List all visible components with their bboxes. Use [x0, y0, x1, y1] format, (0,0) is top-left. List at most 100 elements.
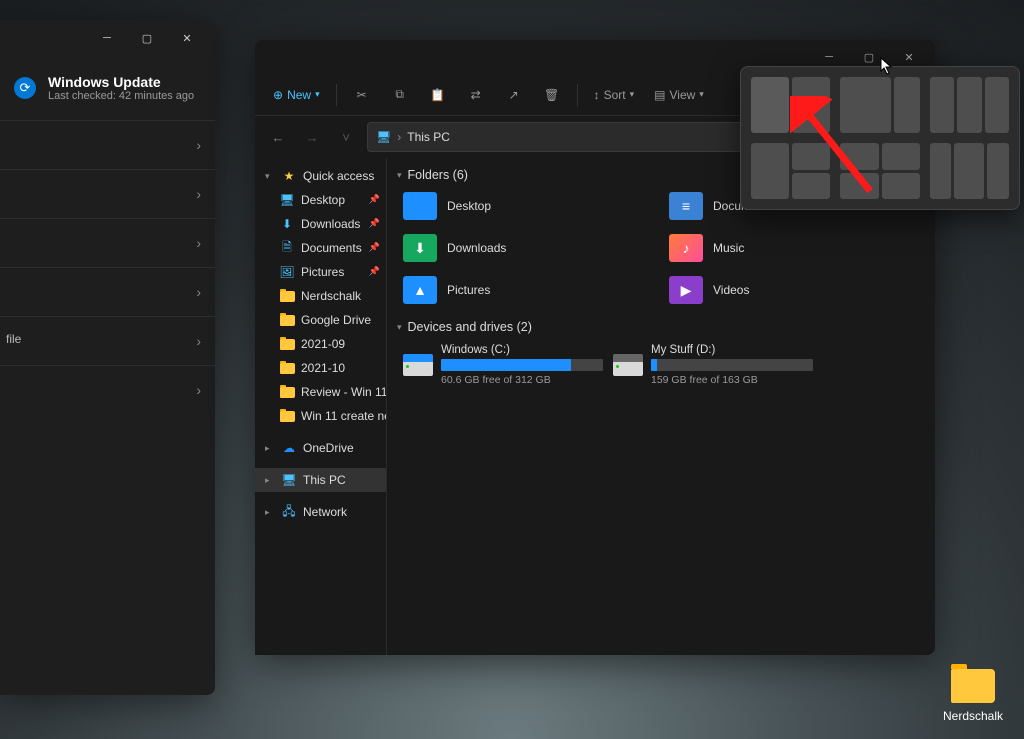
snap-layouts-popup — [740, 66, 1020, 210]
cut-icon: ✂ — [357, 88, 367, 102]
folder-icon: 🖥 — [279, 193, 295, 207]
settings-window: ─ ▢ ✕ ⟳ Windows Update Last checked: 42 … — [0, 20, 215, 695]
share-icon: ↗ — [509, 88, 519, 102]
folder-label: Downloads — [447, 241, 506, 255]
explorer-content: ▾Folders (6) Desktop≡Documents⬇Downloads… — [387, 158, 935, 655]
sidebar-item[interactable]: ⬇Downloads📌 — [255, 212, 386, 236]
maximize-button[interactable]: ▢ — [127, 23, 167, 53]
cut-button[interactable]: ✂ — [345, 80, 379, 110]
drive-icon — [403, 354, 433, 376]
delete-button[interactable]: 🗑 — [535, 80, 569, 110]
copy-button[interactable]: ⧉ — [383, 80, 417, 110]
plus-icon: ⊕ — [273, 88, 283, 102]
folder-icon: ▶ — [669, 276, 703, 304]
snap-layout-half-quarters[interactable] — [751, 143, 830, 199]
sidebar-item-label: 2021-09 — [301, 337, 345, 351]
drive-free-text: 60.6 GB free of 312 GB — [441, 374, 603, 386]
sidebar-item-label: Documents — [301, 241, 362, 255]
sidebar: ▾★Quick access 🖥Desktop📌⬇Downloads📌🗎Docu… — [255, 158, 387, 655]
sidebar-onedrive[interactable]: ▸☁OneDrive — [255, 436, 386, 460]
cropped-label: file — [0, 328, 21, 350]
rename-icon: ⇄ — [471, 88, 481, 102]
view-button[interactable]: ▤View▾ — [646, 80, 712, 110]
folder-icon — [403, 192, 437, 220]
drive-label: My Stuff (D:) — [651, 344, 813, 356]
snap-layout-quarters[interactable] — [840, 143, 919, 199]
folder-icon: ≡ — [669, 192, 703, 220]
folder-icon — [279, 409, 295, 423]
pc-icon: 🖥 — [281, 473, 297, 487]
sort-button[interactable]: ↕Sort▾ — [586, 80, 643, 110]
drive-item[interactable]: Windows (C:)60.6 GB free of 312 GB — [403, 344, 603, 386]
chevron-right-icon: › — [196, 382, 201, 398]
copy-icon: ⧉ — [395, 87, 404, 102]
sidebar-item-label: Google Drive — [301, 313, 371, 327]
desktop-folder-nerdschalk[interactable]: Nerdschalk — [938, 669, 1008, 723]
sidebar-item[interactable]: Win 11 create new — [255, 404, 386, 428]
settings-row[interactable]: › — [0, 316, 215, 365]
snap-layout-half[interactable] — [751, 77, 830, 133]
folder-icon — [279, 313, 295, 327]
sidebar-item-label: Pictures — [301, 265, 344, 279]
share-button[interactable]: ↗ — [497, 80, 531, 110]
chevron-right-icon: › — [196, 186, 201, 202]
sidebar-quick-access[interactable]: ▾★Quick access — [255, 164, 386, 188]
sidebar-item[interactable]: 2021-10 — [255, 356, 386, 380]
folder-icon — [279, 289, 295, 303]
network-icon: 🖧 — [281, 505, 297, 519]
folder-icon: 🖼 — [279, 265, 295, 279]
folder-icon: ⬇ — [279, 217, 295, 231]
update-title: Windows Update — [48, 74, 194, 90]
folder-icon — [279, 361, 295, 375]
folder-item[interactable]: ⬇ Downloads — [403, 234, 659, 262]
snap-layout-thirds[interactable] — [930, 77, 1009, 133]
sidebar-item[interactable]: Review - Win 11 st — [255, 380, 386, 404]
drive-icon — [613, 354, 643, 376]
sidebar-item-label: Win 11 create new — [301, 409, 387, 423]
folder-icon: ⬇ — [403, 234, 437, 262]
sidebar-this-pc[interactable]: ▸🖥This PC — [255, 468, 386, 492]
back-button[interactable]: ← — [265, 124, 291, 150]
drive-item[interactable]: My Stuff (D:)159 GB free of 163 GB — [613, 344, 813, 386]
chevron-right-icon: › — [196, 137, 201, 153]
windows-update-row[interactable]: ⟳ Windows Update Last checked: 42 minute… — [0, 66, 215, 120]
paste-button[interactable]: 📋 — [421, 80, 455, 110]
folder-label: Music — [713, 241, 744, 255]
snap-layout-center-thirds[interactable] — [930, 143, 1009, 199]
settings-row[interactable]: › — [0, 218, 215, 267]
folder-icon: ▲ — [403, 276, 437, 304]
sidebar-item[interactable]: 🖼Pictures📌 — [255, 260, 386, 284]
rename-button[interactable]: ⇄ — [459, 80, 493, 110]
folder-item[interactable]: ▲ Pictures — [403, 276, 659, 304]
forward-button[interactable]: → — [299, 124, 325, 150]
settings-row[interactable]: › — [0, 365, 215, 414]
snap-layout-two-thirds[interactable] — [840, 77, 919, 133]
new-button[interactable]: ⊕New▾ — [265, 80, 328, 110]
sidebar-item[interactable]: Google Drive — [255, 308, 386, 332]
sync-icon: ⟳ — [14, 77, 36, 99]
settings-row[interactable]: › — [0, 120, 215, 169]
folder-item[interactable]: Desktop — [403, 192, 659, 220]
sidebar-item[interactable]: Nerdschalk — [255, 284, 386, 308]
paste-icon: 📋 — [430, 88, 445, 102]
chevron-right-icon: › — [196, 235, 201, 251]
folder-label: Pictures — [447, 283, 490, 297]
pc-icon: 🖥 — [376, 130, 391, 144]
pin-icon: 📌 — [369, 194, 380, 205]
sidebar-item[interactable]: 🖥Desktop📌 — [255, 188, 386, 212]
drives-header[interactable]: ▾Devices and drives (2) — [397, 314, 925, 340]
settings-row[interactable]: › — [0, 169, 215, 218]
trash-icon: 🗑 — [544, 88, 559, 102]
minimize-button[interactable]: ─ — [87, 23, 127, 53]
folder-icon — [279, 385, 295, 399]
pin-icon: 📌 — [369, 242, 380, 253]
settings-row[interactable]: › — [0, 267, 215, 316]
close-button[interactable]: ✕ — [167, 23, 207, 53]
sidebar-item[interactable]: 2021-09 — [255, 332, 386, 356]
up-button[interactable]: ˅ — [333, 124, 359, 150]
breadcrumb[interactable]: This PC — [407, 130, 450, 144]
folder-item[interactable]: ▶Videos — [669, 276, 925, 304]
folder-item[interactable]: ♪Music — [669, 234, 925, 262]
sidebar-item[interactable]: 🗎Documents📌 — [255, 236, 386, 260]
sidebar-network[interactable]: ▸🖧Network — [255, 500, 386, 524]
